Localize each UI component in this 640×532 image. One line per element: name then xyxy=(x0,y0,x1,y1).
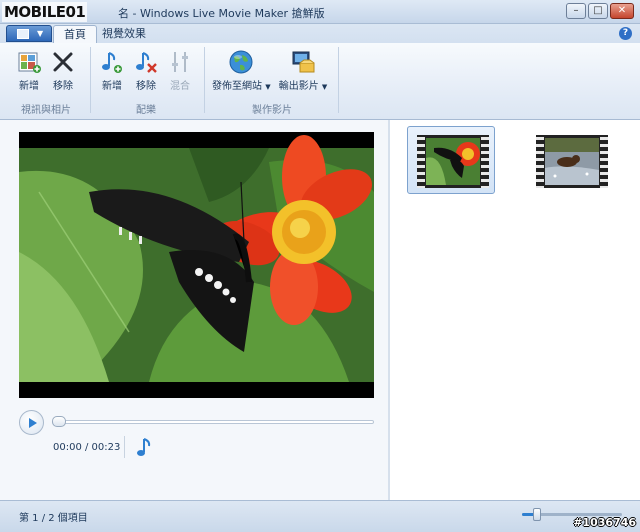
seek-thumb[interactable] xyxy=(52,416,66,427)
tab-visual-effects[interactable]: 視覺效果 xyxy=(92,25,156,43)
publish-to-web-button[interactable]: 發佈至網站 ▼ xyxy=(212,47,271,92)
add-music-icon xyxy=(99,49,125,75)
play-icon xyxy=(29,418,37,428)
group-label-make-movie: 製作影片 xyxy=(252,105,292,116)
ribbon: 新增 移除 視訊與相片 新增 移除 混合 配樂 發佈至網站 ▼ 輸出影片 ▼ 製… xyxy=(0,43,640,120)
mix-label: 混合 xyxy=(170,81,190,92)
id-watermark: #1036746 xyxy=(573,516,636,529)
add-music-label: 新增 xyxy=(102,81,122,92)
storyboard-pane xyxy=(390,120,640,500)
app-menu-icon xyxy=(17,29,29,39)
status-item-count: 第 1 / 2 個項目 xyxy=(19,513,88,524)
remove-x-icon xyxy=(50,49,76,75)
dropdown-arrow-icon[interactable]: ▼ xyxy=(322,83,327,91)
time-readout: 00:00 / 00:23 xyxy=(53,442,121,453)
film-strip-frame xyxy=(417,135,489,188)
zoom-slider-thumb[interactable] xyxy=(533,508,541,521)
storyboard-clip[interactable] xyxy=(407,126,495,194)
minimize-button[interactable]: – xyxy=(566,3,586,19)
group-label-videos-photos: 視訊與相片 xyxy=(21,105,71,116)
dropdown-arrow-icon[interactable]: ▼ xyxy=(265,83,270,91)
divider xyxy=(124,436,125,458)
chevron-down-icon: ▼ xyxy=(37,29,44,38)
group-videos-photos: 新增 移除 視訊與相片 xyxy=(8,45,84,117)
remove-music-icon xyxy=(133,49,159,75)
play-button[interactable] xyxy=(19,410,44,435)
mobile01-watermark-logo: MOBILE01 xyxy=(2,2,88,22)
tab-home[interactable]: 首頁 xyxy=(53,25,97,43)
mix-button[interactable]: 混合 xyxy=(163,47,197,92)
group-divider xyxy=(204,47,205,113)
help-icon[interactable]: ? xyxy=(619,27,632,40)
ribbon-tab-bar: ▼ 首頁 視覺效果 ? xyxy=(0,24,640,43)
video-preview[interactable] xyxy=(19,132,374,398)
film-sprocket xyxy=(536,135,544,188)
publish-label: 發佈至網站 ▼ xyxy=(212,77,271,92)
output-movie-button[interactable]: 輸出影片 ▼ xyxy=(274,47,332,92)
publish-label-text: 發佈至網站 xyxy=(212,81,262,92)
output-label: 輸出影片 ▼ xyxy=(274,77,332,92)
add-label: 新增 xyxy=(19,81,39,92)
group-divider xyxy=(338,47,339,113)
maximize-button[interactable]: □ xyxy=(588,3,608,19)
add-photos-icon xyxy=(16,49,42,75)
clip-thumbnail xyxy=(545,138,599,185)
watermark-logo-text: MOBILE01 xyxy=(4,3,86,21)
output-movie-icon xyxy=(290,49,316,75)
output-label-text: 輸出影片 xyxy=(278,81,319,92)
globe-icon xyxy=(228,49,254,75)
close-button[interactable]: ✕ xyxy=(610,3,634,19)
film-sprocket xyxy=(600,135,608,188)
remove-button[interactable]: 移除 xyxy=(46,47,80,92)
mix-sliders-icon xyxy=(167,49,193,75)
group-soundtrack: 新增 移除 混合 配樂 xyxy=(94,45,198,117)
group-divider xyxy=(90,47,91,113)
application-menu-button[interactable]: ▼ xyxy=(6,25,52,42)
group-make-movie: 發佈至網站 ▼ 輸出影片 ▼ 製作影片 xyxy=(208,45,336,117)
storyboard-clip[interactable] xyxy=(533,126,613,194)
add-videos-photos-button[interactable]: 新增 xyxy=(12,47,46,92)
window-title: 名 - Windows Live Movie Maker 搶鮮版 xyxy=(118,7,325,20)
remove-label: 移除 xyxy=(53,81,73,92)
main-area: 00:00 / 00:23 xyxy=(0,120,640,500)
clip-thumbnail xyxy=(426,138,480,185)
add-music-button[interactable]: 新增 xyxy=(95,47,129,92)
music-note-icon[interactable] xyxy=(136,436,152,458)
seek-bar[interactable] xyxy=(52,420,374,424)
film-strip-frame xyxy=(536,135,608,188)
remove-music-label: 移除 xyxy=(136,81,156,92)
group-label-soundtrack: 配樂 xyxy=(136,105,156,116)
status-bar: 第 1 / 2 個項目 #1036746 xyxy=(0,500,640,532)
preview-pane: 00:00 / 00:23 xyxy=(0,120,388,500)
film-sprocket xyxy=(417,135,425,188)
title-bar: 名 - Windows Live Movie Maker 搶鮮版 – □ ✕ xyxy=(0,0,640,24)
film-sprocket xyxy=(481,135,489,188)
remove-music-button[interactable]: 移除 xyxy=(129,47,163,92)
